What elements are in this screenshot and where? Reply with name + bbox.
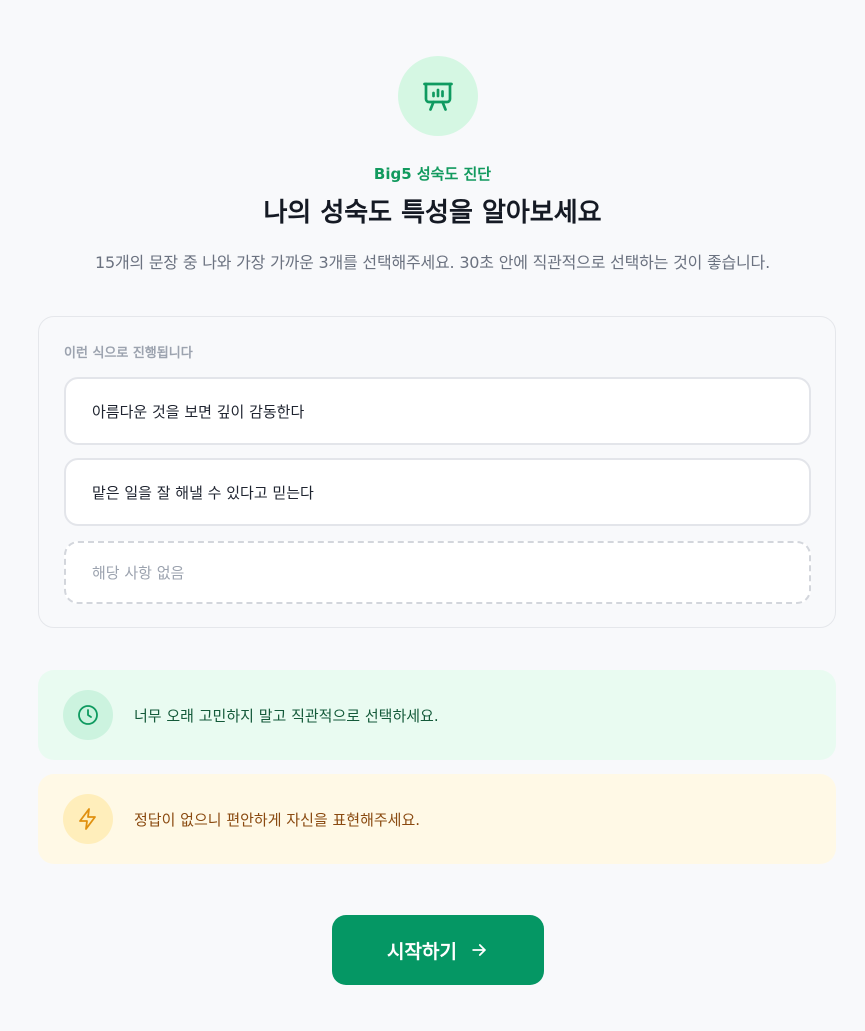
none-option[interactable]: 해당 사항 없음	[64, 541, 811, 604]
start-button[interactable]: 시작하기	[332, 915, 544, 985]
example-card: 이런 식으로 진행됩니다 아름다운 것을 보면 깊이 감동한다 맡은 일을 잘 …	[38, 316, 836, 628]
clock-icon	[78, 705, 98, 725]
intro-page: Big5 성숙도 진단 나의 성숙도 특성을 알아보세요 15개의 문장 중 나…	[0, 0, 865, 1031]
eyebrow-label: Big5 성숙도 진단	[373, 165, 492, 183]
start-button-label: 시작하기	[387, 940, 457, 963]
tip-text: 너무 오래 고민하지 말고 직관적으로 선택하세요.	[134, 706, 439, 725]
example-label: 이런 식으로 진행됩니다	[64, 346, 193, 361]
lightning-icon	[79, 808, 96, 830]
example-option[interactable]: 아름다운 것을 보면 깊이 감동한다	[64, 377, 811, 445]
tip-no-right-answer: 정답이 없으니 편안하게 자신을 표현해주세요.	[38, 774, 836, 864]
page-subtitle: 15개의 문장 중 나와 가장 가까운 3개를 선택해주세요. 30초 안에 직…	[95, 253, 770, 272]
tip-intuitive: 너무 오래 고민하지 말고 직관적으로 선택하세요.	[38, 670, 836, 760]
presentation-chart-icon	[423, 82, 453, 111]
tip-icon-circle	[63, 690, 113, 740]
tip-text: 정답이 없으니 편안하게 자신을 표현해주세요.	[134, 810, 421, 829]
arrow-right-icon	[472, 944, 486, 956]
example-option[interactable]: 맡은 일을 잘 해낼 수 있다고 믿는다	[64, 458, 811, 526]
hero-icon-circle	[398, 56, 478, 136]
page-title: 나의 성숙도 특성을 알아보세요	[263, 198, 602, 228]
tip-icon-circle	[63, 794, 113, 844]
